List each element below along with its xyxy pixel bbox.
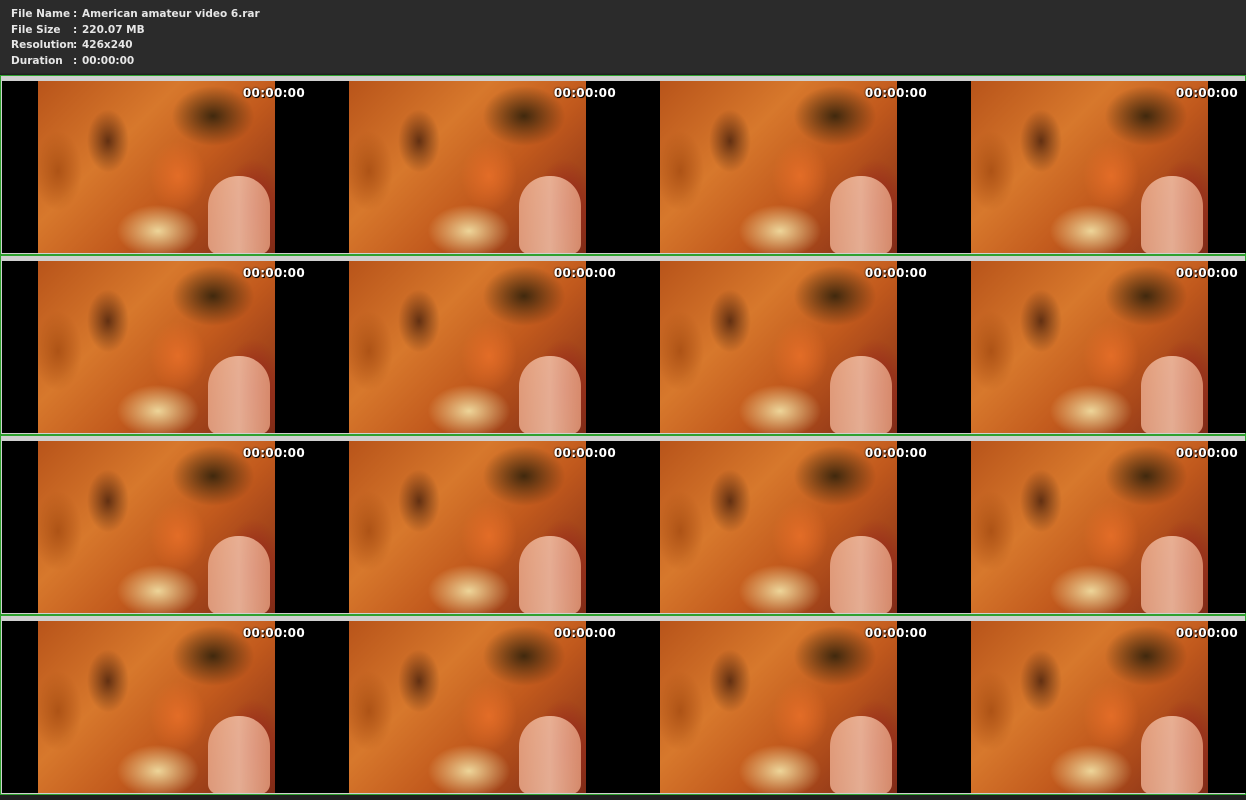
thumbnail-timestamp: 00:00:00 xyxy=(864,266,927,280)
file-name-label: File Name xyxy=(11,8,71,20)
file-size-value: 220.07 MB xyxy=(82,23,145,36)
thumbnail-timestamp: 00:00:00 xyxy=(864,626,927,640)
frame-detail xyxy=(830,356,892,433)
frame-detail xyxy=(519,536,581,613)
duration-label: Duration xyxy=(11,54,63,67)
video-frame-image xyxy=(660,81,897,253)
video-thumbnail: 00:00:00 xyxy=(2,441,313,613)
file-name-separator: : xyxy=(73,8,78,20)
video-thumbnail: 00:00:00 xyxy=(624,441,935,613)
video-frame-image xyxy=(660,261,897,433)
frame-detail xyxy=(208,716,270,793)
frame-detail xyxy=(1141,536,1203,613)
thumbnail-timestamp: 00:00:00 xyxy=(1175,446,1238,460)
thumbnail-row: 00:00:00 00:00:00 00:00:00 00:00:00 xyxy=(0,615,1246,795)
thumbnail-timestamp: 00:00:00 xyxy=(242,626,305,640)
frame-detail xyxy=(519,176,581,253)
thumbnail-timestamp: 00:00:00 xyxy=(1175,626,1238,640)
video-frame-image xyxy=(38,81,275,253)
frame-detail xyxy=(519,356,581,433)
video-thumbnail: 00:00:00 xyxy=(313,261,624,433)
video-frame-image xyxy=(971,261,1208,433)
resolution-separator: : xyxy=(73,39,78,51)
video-frame-image xyxy=(660,441,897,613)
file-info-header: File Name: American amateur video 6.rar F… xyxy=(0,0,1246,73)
thumbnail-timestamp: 00:00:00 xyxy=(553,626,616,640)
thumbnail-row: 00:00:00 00:00:00 00:00:00 00:00:00 xyxy=(0,255,1246,435)
file-name-value: American amateur video 6.rar xyxy=(82,8,260,20)
video-frame-image xyxy=(660,621,897,793)
frame-detail xyxy=(208,356,270,433)
frame-detail xyxy=(208,176,270,253)
video-frame-image xyxy=(349,81,586,253)
video-frame-image xyxy=(971,621,1208,793)
video-thumbnail: 00:00:00 xyxy=(2,621,313,793)
video-frame-image xyxy=(971,81,1208,253)
video-thumbnail: 00:00:00 xyxy=(935,621,1246,793)
thumbnail-timestamp: 00:00:00 xyxy=(864,446,927,460)
frame-detail xyxy=(1141,356,1203,433)
frame-detail xyxy=(830,716,892,793)
frame-detail xyxy=(1141,176,1203,253)
resolution-label: Resolution xyxy=(11,39,75,51)
video-frame-image xyxy=(349,261,586,433)
video-thumbnail: 00:00:00 xyxy=(2,261,313,433)
video-thumbnail: 00:00:00 xyxy=(313,621,624,793)
video-frame-image xyxy=(971,441,1208,613)
thumbnail-timestamp: 00:00:00 xyxy=(864,86,927,100)
video-thumbnail: 00:00:00 xyxy=(624,261,935,433)
video-thumbnail: 00:00:00 xyxy=(624,621,935,793)
video-thumbnail: 00:00:00 xyxy=(624,81,935,253)
video-thumbnail: 00:00:00 xyxy=(935,261,1246,433)
file-name-row: File Name: American amateur video 6.rar xyxy=(11,7,1246,23)
frame-detail xyxy=(519,716,581,793)
video-frame-image xyxy=(38,261,275,433)
thumbnail-timestamp: 00:00:00 xyxy=(553,266,616,280)
file-size-separator: : xyxy=(73,23,78,36)
frame-detail xyxy=(830,176,892,253)
frame-detail xyxy=(208,536,270,613)
video-frame-image xyxy=(38,621,275,793)
thumbnail-timestamp: 00:00:00 xyxy=(242,266,305,280)
resolution-value: 426x240 xyxy=(82,39,133,51)
frame-detail xyxy=(830,536,892,613)
video-frame-image xyxy=(38,441,275,613)
thumbnail-timestamp: 00:00:00 xyxy=(1175,86,1238,100)
resolution-row: Resolution: 426x240 xyxy=(11,38,1246,54)
thumbnail-timestamp: 00:00:00 xyxy=(553,86,616,100)
video-thumbnail: 00:00:00 xyxy=(2,81,313,253)
thumbnail-timestamp: 00:00:00 xyxy=(242,446,305,460)
thumbnail-timestamp: 00:00:00 xyxy=(242,86,305,100)
duration-row: Duration:00:00:00 xyxy=(11,54,1246,70)
thumbnail-grid: 00:00:00 00:00:00 00:00:00 00:00:00 00:00:00… xyxy=(0,74,1246,800)
frame-detail xyxy=(1141,716,1203,793)
file-size-label: File Size xyxy=(11,23,61,36)
video-thumbnail: 00:00:00 xyxy=(935,441,1246,613)
video-thumbnail: 00:00:00 xyxy=(313,81,624,253)
video-thumbnail: 00:00:00 xyxy=(935,81,1246,253)
thumbnail-timestamp: 00:00:00 xyxy=(1175,266,1238,280)
thumbnail-row: 00:00:00 00:00:00 00:00:00 00:00:00 xyxy=(0,435,1246,615)
video-frame-image xyxy=(349,621,586,793)
video-frame-image xyxy=(349,441,586,613)
thumbnail-row: 00:00:00 00:00:00 00:00:00 00:00:00 xyxy=(0,75,1246,255)
file-size-row: File Size:220.07 MB xyxy=(11,23,1246,39)
video-thumbnail: 00:00:00 xyxy=(313,441,624,613)
duration-value: 00:00:00 xyxy=(82,54,135,67)
thumbnail-timestamp: 00:00:00 xyxy=(553,446,616,460)
duration-separator: : xyxy=(73,54,78,67)
